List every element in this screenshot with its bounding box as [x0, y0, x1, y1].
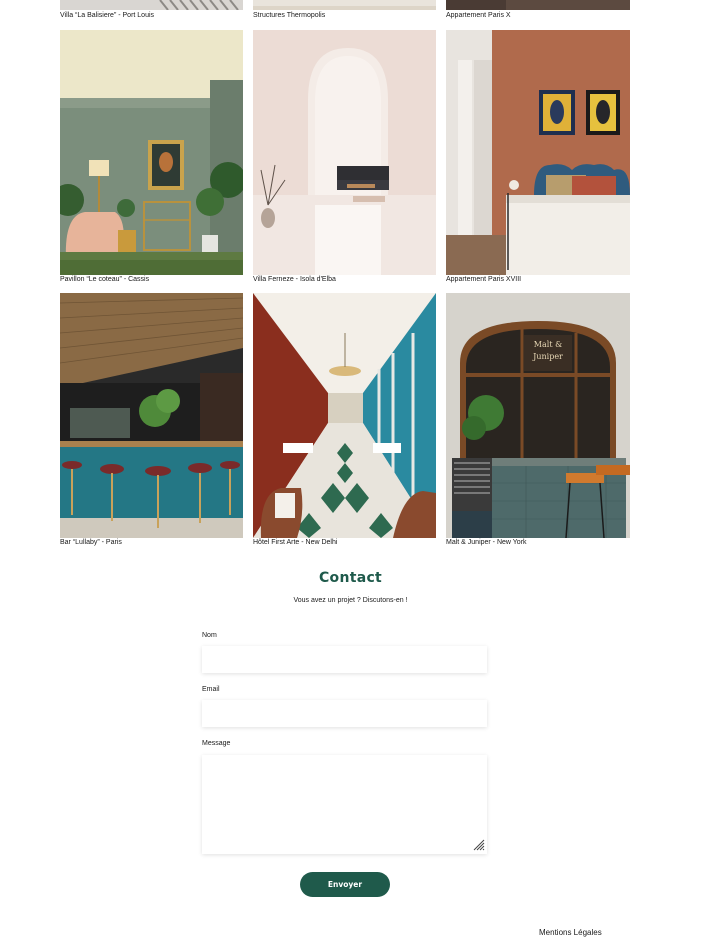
- project-caption: Malt & Juniper - New York: [446, 539, 527, 546]
- project-caption: Hôtel First Arte - New Delhi: [253, 539, 338, 546]
- contact-subtitle: Vous avez un projet ? Discutons-en !: [293, 597, 408, 604]
- project-caption: Bar “Lullaby” - Paris: [60, 539, 122, 546]
- svg-text:Juniper: Juniper: [532, 352, 563, 361]
- project-caption: Structures Thermopolis: [253, 12, 326, 19]
- name-field[interactable]: [202, 646, 487, 673]
- project-caption: Pavillon “Le coteau” - Cassis: [60, 276, 150, 283]
- email-label: Email: [202, 686, 220, 693]
- name-label: Nom: [202, 632, 217, 639]
- project-image-pavillon-le-coteau[interactable]: [60, 30, 243, 275]
- project-caption: Villa “La Balisiere” - Port Louis: [60, 12, 155, 19]
- message-field[interactable]: [202, 755, 487, 854]
- resize-handle-icon[interactable]: [472, 838, 485, 851]
- legal-notice-link[interactable]: Mentions Légales: [539, 928, 602, 937]
- message-label: Message: [202, 740, 231, 747]
- project-caption: Appartement Paris X: [446, 12, 511, 19]
- email-field[interactable]: [202, 700, 487, 727]
- project-caption: Villa Ferneze - Isola d'Elba: [253, 276, 336, 283]
- malt-juniper-sign: Malt &: [534, 340, 562, 349]
- project-image-appartement-paris-xviii[interactable]: [446, 30, 630, 275]
- project-image-appartement-paris-x[interactable]: [446, 0, 630, 10]
- project-caption: Appartement Paris XVIII: [446, 276, 522, 283]
- contact-title: Contact: [318, 570, 383, 586]
- project-image-structures-thermopolis[interactable]: [253, 0, 436, 10]
- project-image-malt-juniper[interactable]: Malt & Juniper: [446, 293, 630, 538]
- project-image-villa-ferneze[interactable]: [253, 30, 436, 275]
- project-image-villa-balisiere[interactable]: [60, 0, 243, 10]
- project-image-hotel-first-arte[interactable]: [253, 293, 436, 538]
- send-button[interactable]: Envoyer: [300, 872, 390, 897]
- project-image-bar-lullaby[interactable]: [60, 293, 243, 538]
